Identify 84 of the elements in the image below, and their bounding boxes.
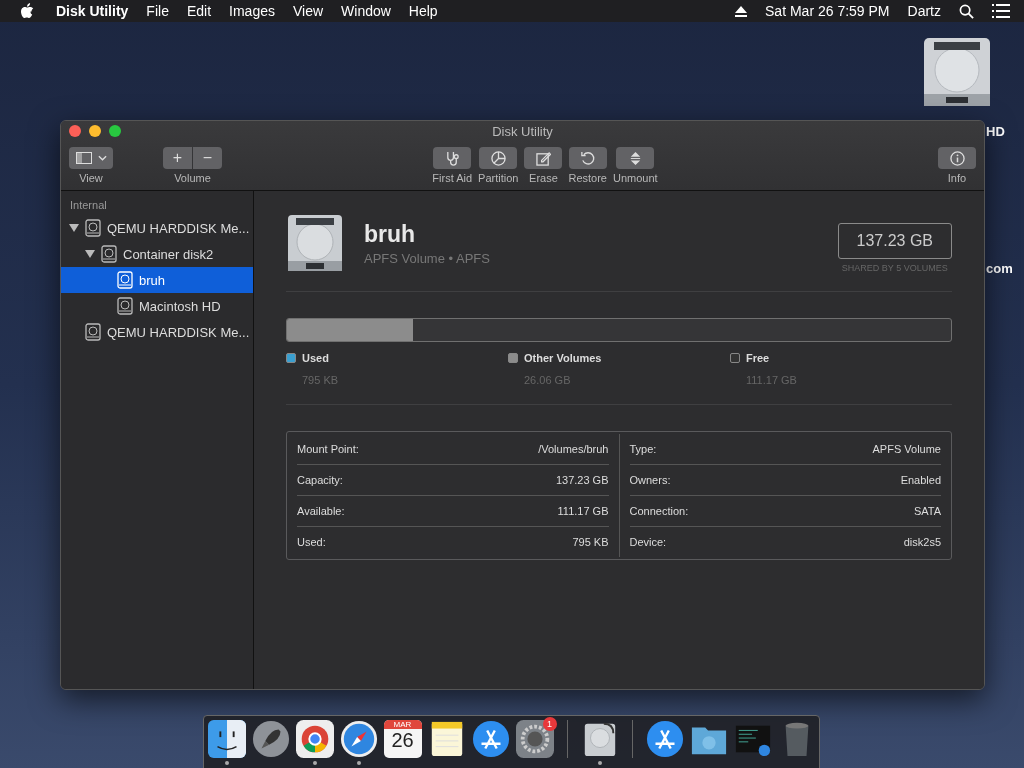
info-value: 137.23 GB (555, 474, 609, 486)
toolbar-label: Unmount (613, 172, 658, 184)
info-value: APFS Volume (872, 443, 941, 455)
volume-button[interactable]: − (193, 147, 222, 169)
info-value: 111.17 GB (557, 505, 609, 517)
toolbar-label: Erase (529, 172, 558, 184)
menu-item[interactable]: View (292, 3, 324, 19)
hard-drive-icon (286, 213, 344, 273)
menu-item[interactable]: Window (341, 3, 391, 19)
browser-icon[interactable] (295, 720, 334, 758)
info-icon (949, 150, 965, 166)
volume-button[interactable]: + (163, 147, 192, 169)
stethoscope-icon (444, 150, 460, 166)
info-label: Connection: (629, 505, 689, 517)
volume-name: bruh (364, 220, 417, 248)
toolbar-label: View (79, 172, 103, 184)
app-menu[interactable]: Disk Utility (56, 3, 129, 19)
menu-item[interactable]: Images (229, 3, 275, 19)
volume-type: APFS Volume • APFS (364, 250, 490, 266)
info-label: Owners: (629, 474, 671, 486)
toolbar-label: First Aid (432, 172, 473, 184)
info-label: Available: (297, 505, 345, 517)
menu-item[interactable]: Edit (186, 3, 212, 19)
gear-icon[interactable] (515, 720, 554, 758)
disclosure-triangle-icon[interactable] (85, 250, 95, 258)
apple-logo-icon[interactable] (20, 3, 34, 19)
toolbar-button[interactable] (524, 147, 563, 169)
chevron-down-icon (97, 155, 107, 161)
pie-icon (490, 150, 506, 166)
disclosure-triangle-icon[interactable] (69, 224, 79, 232)
toolbar-label: Info (947, 172, 967, 184)
info-value: disk2s5 (903, 536, 941, 548)
sidebar-item[interactable]: QEMU HARDDISK Me... (61, 215, 253, 241)
close-button[interactable] (69, 125, 81, 137)
sidebar-item[interactable]: QEMU HARDDISK Me... (61, 319, 253, 345)
user-menu[interactable]: Dartz (907, 3, 941, 19)
volume-size: 137.23 GB (837, 223, 952, 259)
view-button[interactable] (69, 147, 113, 169)
sidebar-item[interactable]: Macintosh HD (61, 293, 253, 319)
app-store-icon[interactable] (645, 720, 684, 758)
legend-label: Used (302, 352, 329, 364)
zoom-button[interactable] (109, 125, 121, 137)
info-label: Mount Point: (297, 443, 359, 455)
info-value: /Volumes/bruh (538, 443, 609, 455)
info-value: SATA (913, 505, 941, 517)
toolbar-label: Partition (478, 172, 519, 184)
undo-icon (580, 150, 596, 166)
app-store-icon[interactable] (471, 720, 510, 758)
list-icon[interactable] (992, 4, 1010, 18)
info-label: Type: (629, 443, 657, 455)
eject-icon[interactable] (735, 5, 748, 17)
info-label: Device: (629, 536, 667, 548)
menu-clock[interactable]: Sat Mar 26 7:59 PM (765, 3, 890, 19)
search-icon[interactable] (959, 3, 974, 19)
sidebar-section-heading: Internal (69, 199, 108, 211)
toolbar-button[interactable] (479, 147, 518, 169)
info-value: 795 KB (572, 536, 609, 548)
menu-item[interactable]: Help (408, 3, 438, 19)
toolbar-button[interactable] (568, 147, 607, 169)
legend-label: Free (746, 352, 770, 364)
legend-value: 111.17 GB (745, 374, 798, 386)
minimize-button[interactable] (89, 125, 101, 137)
sidebar-item[interactable]: Container disk2 (61, 241, 253, 267)
info-label: Capacity: (297, 474, 343, 486)
toolbar-button[interactable] (433, 147, 472, 169)
menu-item[interactable]: File (146, 3, 169, 19)
legend-label: Other Volumes (524, 352, 602, 364)
info-value: Enabled (900, 474, 941, 486)
toolbar-button[interactable] (616, 147, 655, 169)
hard-drive-icon[interactable] (922, 36, 992, 108)
info-label: Used: (297, 536, 326, 548)
calendar-icon[interactable]: MAR 26 (383, 720, 422, 758)
desktop-icon-label: HD (986, 124, 1005, 139)
toolbar-label: Volume (174, 172, 211, 184)
window-title: Disk Utility (492, 123, 553, 139)
sidebar-icon (75, 152, 92, 164)
finder-icon[interactable] (207, 720, 246, 758)
toolbar-label: Restore (568, 172, 607, 184)
sidebar-item[interactable]: bruh (61, 267, 253, 293)
info-button[interactable] (938, 147, 976, 169)
compass-icon[interactable] (339, 720, 378, 758)
desktop-icon-label: com (986, 261, 1013, 276)
rocket-icon[interactable] (251, 720, 290, 758)
pencil-icon (535, 150, 551, 166)
